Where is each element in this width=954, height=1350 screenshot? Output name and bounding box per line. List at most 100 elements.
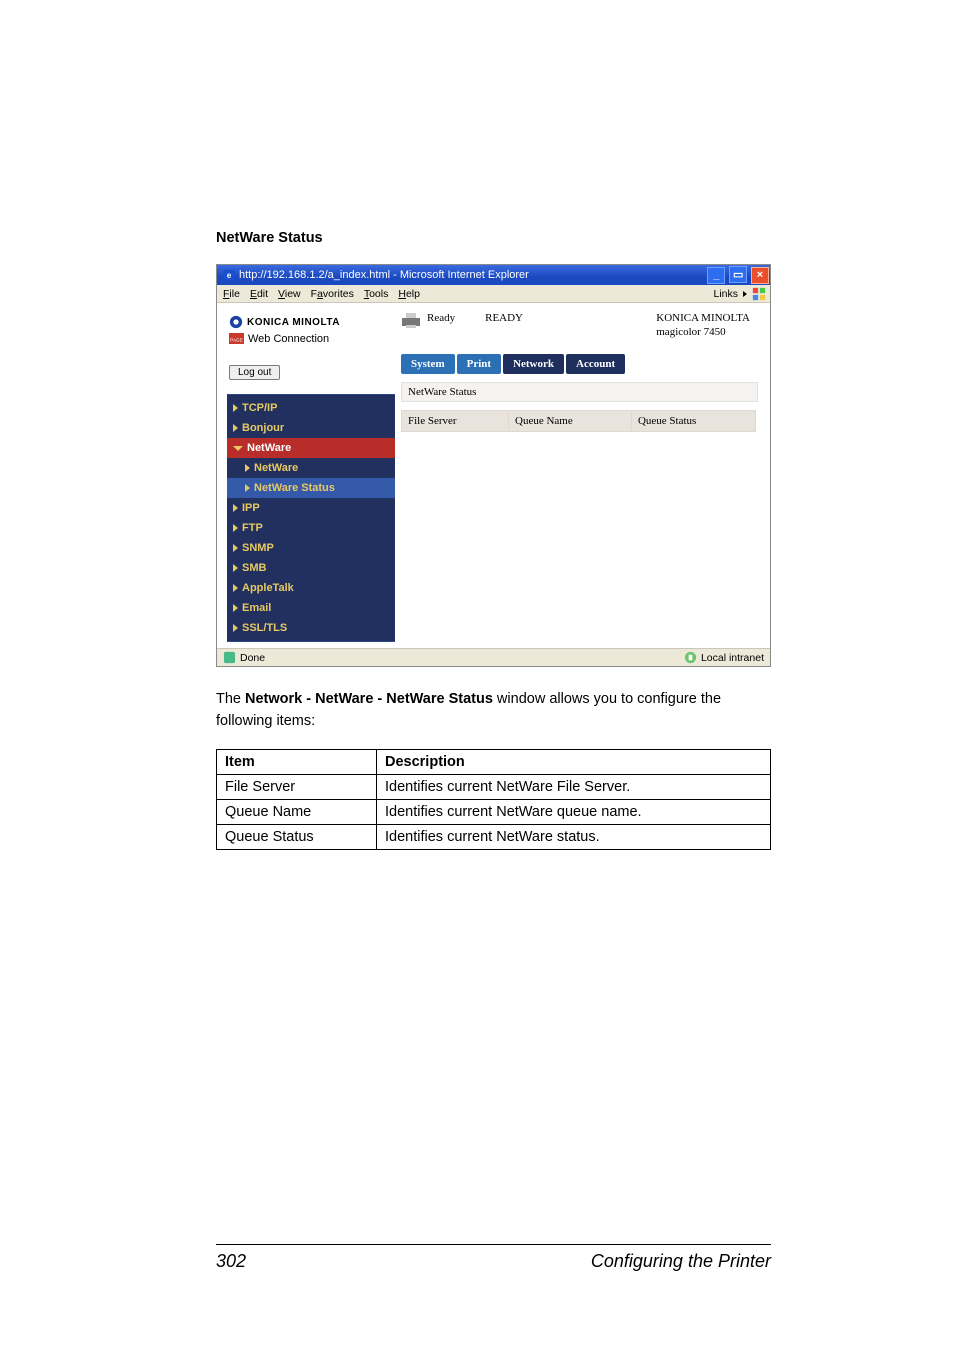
triangle-right-icon [233, 604, 238, 612]
page-number: 302 [216, 1251, 246, 1272]
svg-text:PAGE: PAGE [230, 337, 243, 342]
web-connection-text: Web Connection [248, 333, 329, 345]
web-connection-row: PAGE Web Connection [229, 333, 393, 345]
ready-label: Ready [427, 312, 455, 324]
section-heading: NetWare Status [216, 230, 771, 246]
window-title-text: http://192.168.1.2/a_index.html - Micros… [239, 269, 707, 281]
menu-file[interactable]: File [223, 288, 240, 300]
device-info: KONICA MINOLTA magicolor 7450 [656, 311, 754, 340]
triangle-right-icon [245, 484, 250, 492]
main-header: Ready READY KONICA MINOLTA magicolor 745… [399, 311, 760, 350]
chevron-right-icon [743, 291, 747, 297]
panel-title: NetWare Status [401, 382, 758, 402]
security-zone: Local intranet [684, 651, 764, 664]
triangle-right-icon [233, 424, 238, 432]
nav-ftp[interactable]: FTP [227, 518, 395, 538]
cell-item: Queue Name [217, 799, 377, 824]
nav-ssl-tls[interactable]: SSL/TLS [227, 618, 395, 638]
minimize-button[interactable]: _ [707, 267, 725, 284]
nav-snmp[interactable]: SNMP [227, 538, 395, 558]
nav-netware-parent[interactable]: NetWare [227, 438, 395, 458]
nav-smb[interactable]: SMB [227, 558, 395, 578]
brand-block: KONICA MINOLTA PAGE Web Connection [227, 311, 395, 351]
triangle-right-icon [233, 404, 238, 412]
menu-favorites[interactable]: Favorites [311, 288, 354, 300]
col-queue-name: Queue Name [509, 410, 632, 431]
main-area: Ready READY KONICA MINOLTA magicolor 745… [395, 311, 760, 642]
nav-tcpip[interactable]: TCP/IP [227, 398, 395, 418]
window-controls: _ ▭ × [707, 266, 770, 284]
brand-row: KONICA MINOLTA [229, 315, 393, 329]
menu-help[interactable]: Help [398, 288, 420, 300]
sidebar: KONICA MINOLTA PAGE Web Connection Log o… [227, 311, 395, 642]
tab-strip: System Print Network Account [401, 354, 760, 374]
triangle-right-icon [233, 564, 238, 572]
triangle-right-icon [245, 464, 250, 472]
close-button[interactable]: × [751, 267, 769, 284]
triangle-down-icon [233, 446, 243, 451]
done-icon [223, 651, 236, 664]
menu-view[interactable]: View [278, 288, 301, 300]
browser-menu-bar: File Edit View Favorites Tools Help Link… [217, 285, 770, 303]
cell-item: File Server [217, 774, 377, 799]
log-out-button[interactable]: Log out [229, 365, 280, 380]
window-title-bar: e http://192.168.1.2/a_index.html - Micr… [217, 265, 770, 285]
pagescope-icon: PAGE [229, 333, 244, 345]
status-table: File Server Queue Name Queue Status [401, 410, 756, 642]
nav-ipp[interactable]: IPP [227, 498, 395, 518]
th-desc: Description [377, 749, 771, 774]
tab-print[interactable]: Print [457, 354, 501, 374]
triangle-right-icon [233, 504, 238, 512]
item-description-table: Item Description File Server Identifies … [216, 749, 771, 850]
status-done-text: Done [240, 652, 265, 664]
nav-email[interactable]: Email [227, 598, 395, 618]
nav-appletalk[interactable]: AppleTalk [227, 578, 395, 598]
menu-tools[interactable]: Tools [364, 288, 389, 300]
tab-account[interactable]: Account [566, 354, 625, 374]
triangle-right-icon [233, 624, 238, 632]
browser-status-bar: Done Local intranet [217, 648, 770, 666]
triangle-right-icon [233, 544, 238, 552]
cell-desc: Identifies current NetWare queue name. [377, 799, 771, 824]
intranet-icon [684, 651, 697, 664]
cell-desc: Identifies current NetWare status. [377, 824, 771, 849]
ready-state: READY [485, 312, 523, 324]
device-maker: KONICA MINOLTA [656, 311, 750, 325]
windows-flag-icon [752, 287, 766, 301]
km-logo-icon [229, 315, 243, 329]
printer-icon [401, 311, 421, 329]
triangle-right-icon [233, 524, 238, 532]
intro-paragraph: The Network - NetWare - NetWare Status w… [216, 689, 771, 733]
brand-name: KONICA MINOLTA [247, 317, 340, 328]
side-nav: TCP/IP Bonjour NetWare NetWare NetWare S… [227, 394, 395, 642]
intro-bold: Network - NetWare - NetWare Status [245, 691, 493, 707]
maximize-button[interactable]: ▭ [729, 266, 747, 283]
nav-netware-child[interactable]: NetWare [227, 458, 395, 478]
page-footer: 302 Configuring the Printer [216, 1244, 771, 1272]
browser-window: e http://192.168.1.2/a_index.html - Micr… [216, 264, 771, 667]
chapter-name: Configuring the Printer [591, 1251, 771, 1272]
ie-icon: e [223, 269, 235, 281]
cell-desc: Identifies current NetWare File Server. [377, 774, 771, 799]
table-row: File Server Identifies current NetWare F… [217, 774, 771, 799]
footer-divider [216, 1244, 771, 1245]
table-row: Queue Status Identifies current NetWare … [217, 824, 771, 849]
col-file-server: File Server [402, 410, 509, 431]
tab-system[interactable]: System [401, 354, 455, 374]
table-row: Queue Name Identifies current NetWare qu… [217, 799, 771, 824]
nav-netware-status[interactable]: NetWare Status [227, 478, 395, 498]
cell-item: Queue Status [217, 824, 377, 849]
nav-bonjour[interactable]: Bonjour [227, 418, 395, 438]
col-queue-status: Queue Status [631, 410, 755, 431]
menu-edit[interactable]: Edit [250, 288, 268, 300]
links-label: Links [713, 288, 738, 300]
links-toolbar[interactable]: Links [709, 287, 770, 301]
device-model: magicolor 7450 [656, 325, 750, 339]
tab-network[interactable]: Network [503, 354, 564, 374]
ready-row: Ready READY [401, 311, 523, 340]
zone-text: Local intranet [701, 652, 764, 664]
th-item: Item [217, 749, 377, 774]
intro-pre: The [216, 691, 245, 707]
svg-text:e: e [227, 271, 232, 280]
page-content: KONICA MINOLTA PAGE Web Connection Log o… [217, 303, 770, 648]
